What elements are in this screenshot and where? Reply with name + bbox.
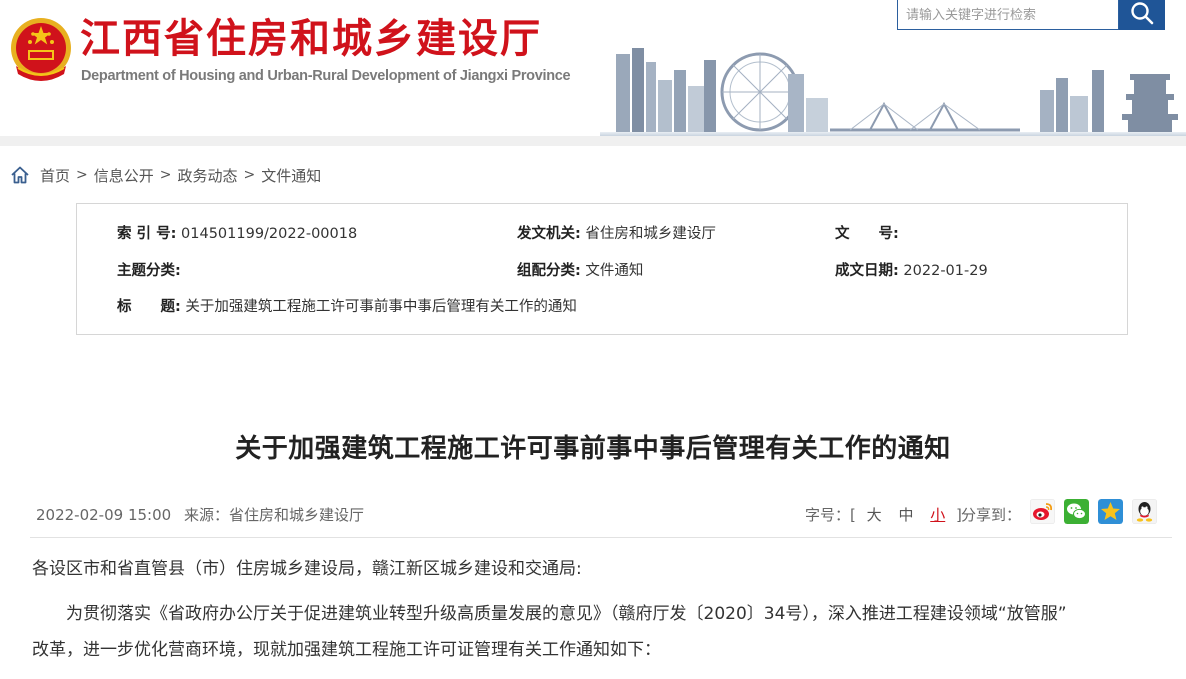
breadcrumb-file-notice[interactable]: 文件通知 bbox=[261, 165, 321, 186]
topic-label: 主题分类: bbox=[117, 263, 181, 279]
wechat-icon[interactable] bbox=[1064, 499, 1089, 524]
topic-row: 主题分类: bbox=[117, 261, 181, 281]
search-button[interactable] bbox=[1119, 0, 1165, 30]
site-title[interactable]: 江西省住房和城乡建设厅 bbox=[80, 14, 542, 64]
font-size-small[interactable]: 小 bbox=[930, 506, 945, 524]
date-label: 成文日期: bbox=[835, 263, 899, 279]
index-number-label: 索 引 号: bbox=[117, 226, 177, 242]
date-value: 2022-01-29 bbox=[903, 263, 988, 279]
header-divider bbox=[0, 136, 1186, 146]
font-size-large[interactable]: 大 bbox=[867, 506, 882, 524]
site-subtitle: Department of Housing and Urban-Rural De… bbox=[81, 68, 571, 84]
issuer-row: 发文机关: 省住房和城乡建设厅 bbox=[517, 224, 716, 244]
qzone-icon[interactable] bbox=[1098, 499, 1123, 524]
title-row: 标 题: 关于加强建筑工程施工许可事前事中事后管理有关工作的通知 bbox=[117, 297, 577, 317]
breadcrumb-separator: > bbox=[76, 167, 88, 183]
article-divider bbox=[30, 537, 1172, 538]
share-label: 分享到： bbox=[961, 506, 1022, 524]
font-size-control: 字号：[ 大 中 小 ] bbox=[805, 504, 962, 525]
site-header: 江西省住房和城乡建设厅 Department of Housing and Ur… bbox=[0, 0, 1186, 138]
title-value: 关于加强建筑工程施工许可事前事中事后管理有关工作的通知 bbox=[185, 299, 577, 315]
search-input[interactable] bbox=[897, 0, 1119, 30]
breadcrumb: 首页 > 信息公开 > 政务动态 > 文件通知 bbox=[10, 164, 321, 186]
article-meta: 2022-02-09 15:00 来源：省住房和城乡建设厅 bbox=[36, 504, 372, 525]
search-bar bbox=[897, 0, 1167, 30]
breadcrumb-gov-news[interactable]: 政务动态 bbox=[178, 165, 238, 186]
issuer-value: 省住房和城乡建设厅 bbox=[585, 226, 716, 242]
issuer-label: 发文机关: bbox=[517, 226, 581, 242]
font-size-label: 字号：[ bbox=[805, 506, 856, 524]
search-icon bbox=[1131, 2, 1154, 25]
breadcrumb-separator: > bbox=[159, 167, 172, 183]
national-emblem-icon bbox=[11, 18, 71, 81]
font-size-medium[interactable]: 中 bbox=[898, 506, 913, 524]
body-paragraph-line: 改革，进一步优化营商环境，现就加强建筑工程施工许可证管理有关工作通知如下： bbox=[32, 640, 661, 660]
index-number-row: 索 引 号: 014501199/2022-00018 bbox=[117, 224, 357, 244]
doc-number-row: 文 号: bbox=[835, 224, 899, 244]
document-info-table: 索 引 号: 014501199/2022-00018 发文机关: 省住房和城乡… bbox=[76, 203, 1128, 335]
breadcrumb-separator: > bbox=[243, 167, 256, 183]
article-title: 关于加强建筑工程施工许可事前事中事后管理有关工作的通知 bbox=[235, 434, 951, 464]
category-row: 组配分类: 文件通知 bbox=[517, 261, 643, 281]
qq-icon[interactable] bbox=[1132, 499, 1157, 524]
salutation-paragraph: 各设区市和省直管县（市）住房城乡建设局，赣江新区城乡建设和交通局: bbox=[32, 559, 582, 579]
article-source: 来源：省住房和城乡建设厅 bbox=[183, 506, 364, 524]
doc-number-label: 文 号: bbox=[835, 226, 899, 242]
publish-time: 2022-02-09 15:00 bbox=[36, 506, 172, 524]
breadcrumb-info-public[interactable]: 信息公开 bbox=[94, 165, 154, 186]
body-paragraph-line: 为贯彻落实《省政府办公厅关于促进建筑业转型升级高质量发展的意见》（赣府厅发〔20… bbox=[66, 604, 1067, 624]
date-row: 成文日期: 2022-01-29 bbox=[835, 261, 988, 281]
title-label: 标 题: bbox=[117, 299, 181, 315]
breadcrumb-home[interactable]: 首页 bbox=[40, 165, 70, 186]
category-label: 组配分类: bbox=[517, 263, 581, 279]
home-icon[interactable] bbox=[10, 165, 30, 185]
weibo-icon[interactable] bbox=[1030, 499, 1055, 524]
city-skyline-banner bbox=[600, 40, 1186, 138]
category-value: 文件通知 bbox=[585, 263, 644, 279]
index-number-value: 014501199/2022-00018 bbox=[181, 226, 358, 242]
